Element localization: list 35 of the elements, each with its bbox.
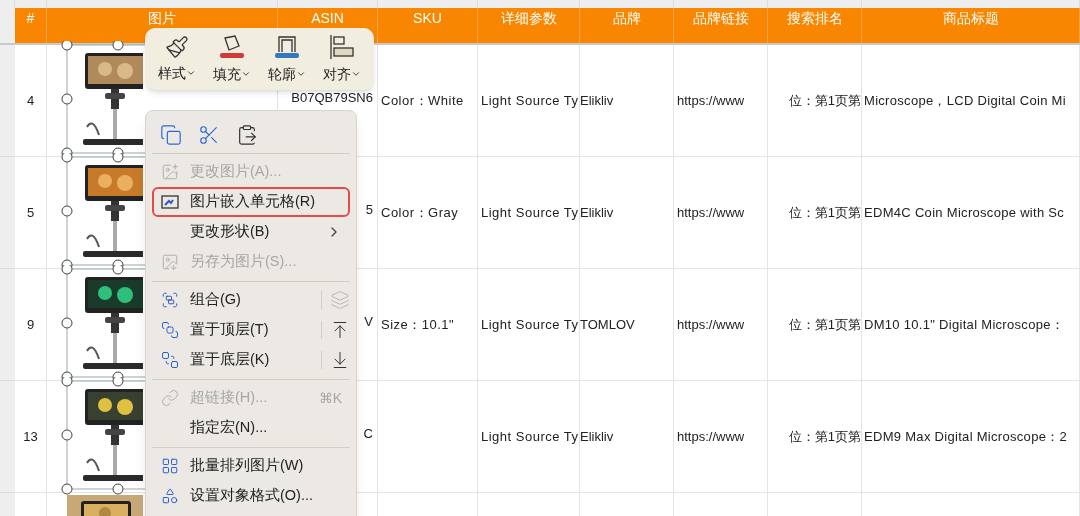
table-cell: 位：第1页第 bbox=[768, 269, 862, 381]
table-cell: Light Source Ty bbox=[478, 269, 580, 381]
row-number: 9 bbox=[15, 269, 47, 381]
column-header: 品牌链接 bbox=[674, 8, 768, 43]
table-cell: 位：第1页第 bbox=[768, 381, 862, 493]
table-cell: Color：White bbox=[378, 45, 478, 157]
table-cell: Light Source Ty bbox=[478, 45, 580, 157]
table-cell: Elikliv bbox=[580, 157, 674, 269]
row-number: 4 bbox=[15, 45, 47, 157]
table-cell: EDM9 Max Digital Microscope：2 bbox=[862, 381, 1080, 493]
row-number: 5 bbox=[15, 157, 47, 269]
table-cell: https://www bbox=[674, 157, 768, 269]
table-cell: https://www bbox=[674, 45, 768, 157]
table-cell: 位：第1页第 bbox=[768, 45, 862, 157]
table-cell: https://www bbox=[674, 269, 768, 381]
table-cell: EDM4C Coin Microscope with Sc bbox=[862, 157, 1080, 269]
column-header: 详细参数 bbox=[478, 8, 580, 43]
row-number: 13 bbox=[15, 381, 47, 493]
table-cell: Elikliv bbox=[580, 381, 674, 493]
table-cell: Color：Gray bbox=[378, 157, 478, 269]
table-cell: Size：10.1" bbox=[378, 269, 478, 381]
column-header: # bbox=[15, 8, 47, 43]
table-cell: Light Source Ty bbox=[478, 381, 580, 493]
column-header: SKU bbox=[378, 8, 478, 43]
table-cell: Elikliv bbox=[580, 45, 674, 157]
column-header: 品牌 bbox=[580, 8, 674, 43]
column-header: 商品标题 bbox=[862, 8, 1080, 43]
table-cell: https://www bbox=[674, 381, 768, 493]
table-cell: 位：第1页第 bbox=[768, 157, 862, 269]
menu-item[interactable]: 图片嵌入单元格(R) bbox=[152, 187, 350, 217]
table-cell: Light Source Ty bbox=[478, 157, 580, 269]
column-header: 搜索排名 bbox=[768, 8, 862, 43]
table-cell: Microscope，LCD Digital Coin Mi bbox=[862, 45, 1080, 157]
table-cell: TOMLOV bbox=[580, 269, 674, 381]
table-cell: DM10 10.1" Digital Microscope： bbox=[862, 269, 1080, 381]
